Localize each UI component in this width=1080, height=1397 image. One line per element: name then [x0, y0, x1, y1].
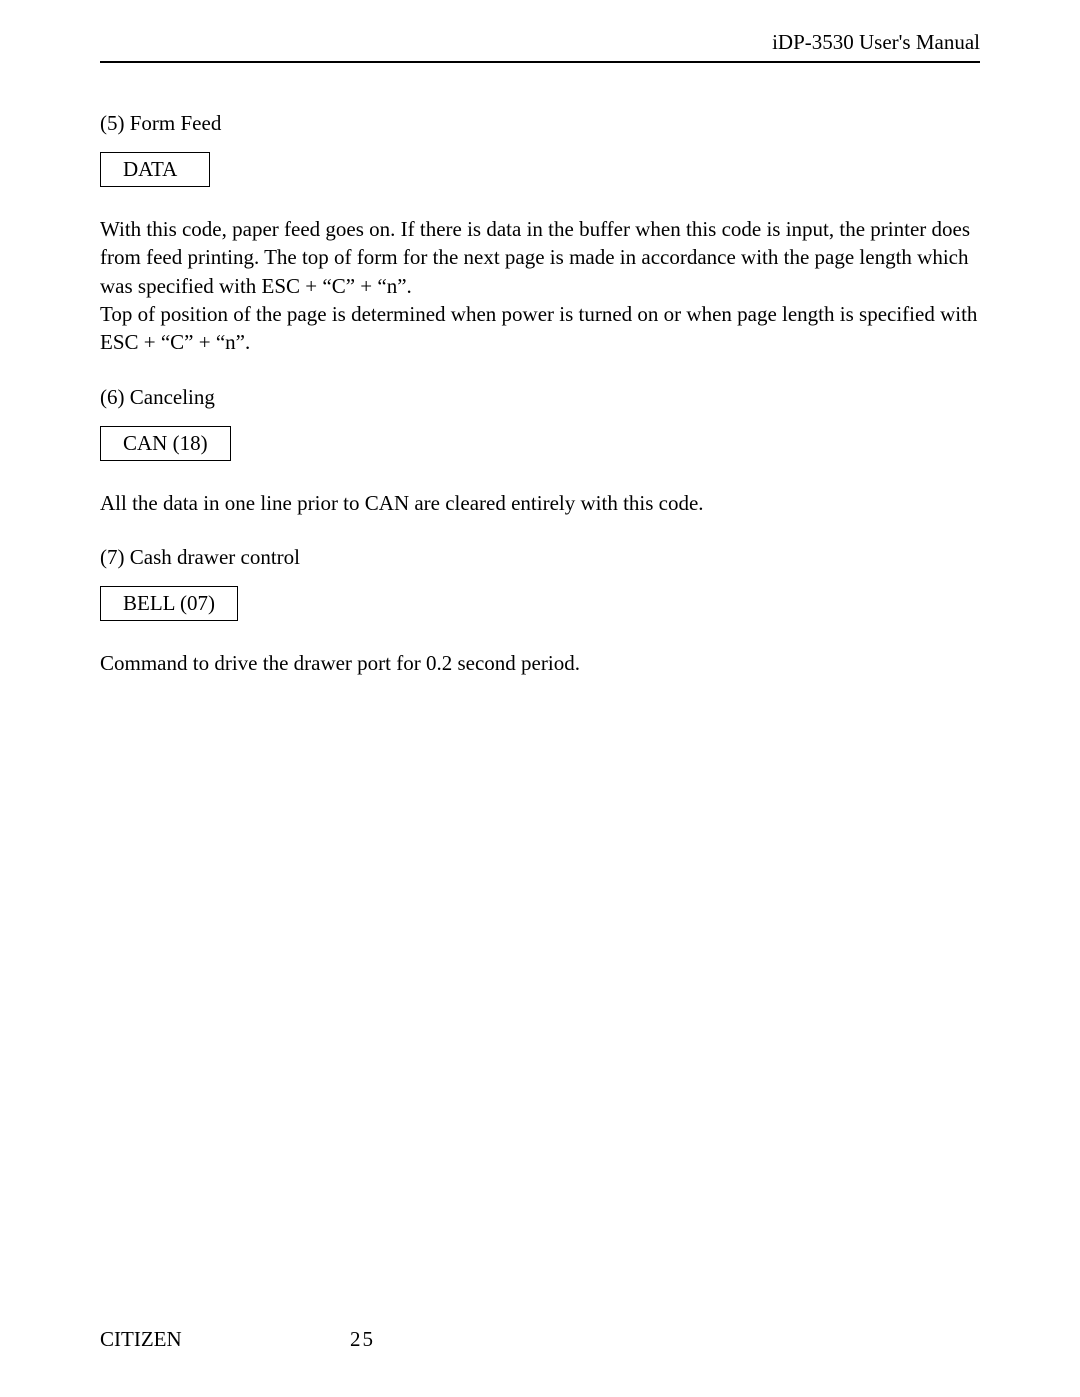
paragraph-6-1: All the data in one line prior to CAN ar…	[100, 489, 980, 517]
page-content: (5) Form Feed DATA With this code, paper…	[100, 111, 980, 677]
section-cash-drawer: (7) Cash drawer control BELL (07) Comman…	[100, 545, 980, 677]
section-canceling: (6) Canceling CAN (18) All the data in o…	[100, 385, 980, 517]
section-title-6: (6) Canceling	[100, 385, 980, 410]
header-title: iDP-3530 User's Manual	[772, 30, 980, 54]
paragraph-5-1: With this code, paper feed goes on. If t…	[100, 215, 980, 300]
section-title-5: (5) Form Feed	[100, 111, 980, 136]
code-box-bell: BELL (07)	[100, 586, 238, 621]
code-box-can: CAN (18)	[100, 426, 231, 461]
paragraph-5-2: Top of position of the page is determine…	[100, 300, 980, 357]
page-header: iDP-3530 User's Manual	[100, 30, 980, 63]
section-form-feed: (5) Form Feed DATA With this code, paper…	[100, 111, 980, 357]
footer-brand: CITIZEN	[100, 1327, 350, 1352]
section-title-7: (7) Cash drawer control	[100, 545, 980, 570]
code-label-data: DATA	[123, 157, 177, 181]
footer-page-number: 25	[350, 1327, 375, 1352]
page-footer: CITIZEN 25	[100, 1327, 980, 1352]
paragraph-7-1: Command to drive the drawer port for 0.2…	[100, 649, 980, 677]
code-label-bell: BELL (07)	[123, 591, 215, 615]
code-box-data: DATA	[100, 152, 210, 187]
page-container: iDP-3530 User's Manual (5) Form Feed DAT…	[0, 0, 1080, 677]
code-label-can: CAN (18)	[123, 431, 208, 455]
